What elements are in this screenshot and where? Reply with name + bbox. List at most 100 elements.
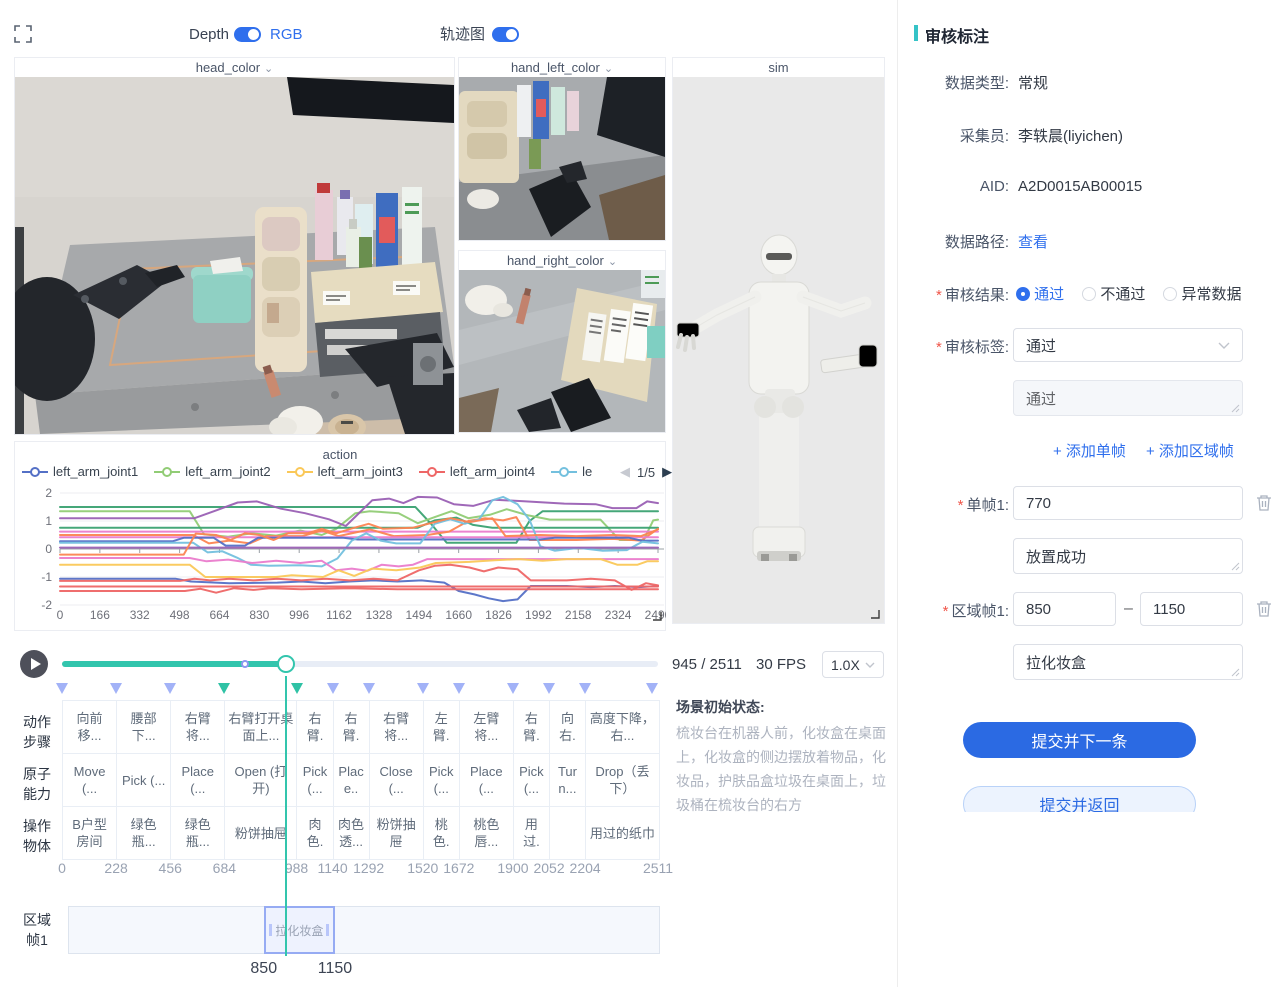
region-segment[interactable]: 拉化妆盒 <box>264 906 335 954</box>
region-segment-label: 拉化妆盒 <box>275 922 323 939</box>
timeline-marker-icon[interactable] <box>646 683 658 694</box>
region-start-input[interactable]: 850 <box>1013 592 1116 626</box>
add-region-frame-link[interactable]: + 添加区域帧 <box>1146 440 1234 461</box>
timeline-marker-icon[interactable] <box>218 683 230 694</box>
hand-right-camera-title[interactable]: hand_right_color⌄ <box>459 251 665 270</box>
step-cell-skill[interactable]: Drop（丢下） <box>586 754 659 806</box>
step-cell-action[interactable]: 左臂. <box>424 701 460 753</box>
step-cell-object[interactable]: 用过. <box>514 807 550 859</box>
step-cell-action[interactable]: 左臂将... <box>460 701 514 753</box>
timeline-marker-icon[interactable] <box>56 683 68 694</box>
resize-corner-icon[interactable] <box>1231 562 1240 571</box>
step-cell-skill[interactable]: Turn... <box>550 754 586 806</box>
radio-pass[interactable]: 通过 <box>1016 283 1064 304</box>
submit-next-button[interactable]: 提交并下一条 <box>963 722 1196 758</box>
step-cell-skill[interactable]: Pick (... <box>117 754 171 806</box>
hand-left-camera-title[interactable]: hand_left_color⌄ <box>459 58 665 77</box>
timeline-marker-icon[interactable] <box>164 683 176 694</box>
resize-corner-icon[interactable] <box>1231 404 1240 413</box>
resize-handle-icon[interactable] <box>870 609 880 619</box>
head-camera-image <box>15 77 454 434</box>
timeline-marker-icon[interactable] <box>327 683 339 694</box>
step-cell-object[interactable]: 肉色透... <box>334 807 370 859</box>
region-handle-right[interactable] <box>326 924 329 936</box>
step-cell-action[interactable]: 向右. <box>550 701 586 753</box>
play-button[interactable] <box>20 650 48 678</box>
speed-select[interactable]: 1.0X <box>822 651 884 678</box>
x-tick-label: 1992 <box>525 608 552 622</box>
frame-scale-label: 2052 <box>533 860 564 876</box>
radio-fail[interactable]: 不通过 <box>1082 283 1145 304</box>
step-cell-action[interactable]: 右臂将... <box>171 701 225 753</box>
sim-panel: sim <box>672 57 885 624</box>
data-path-link[interactable]: 查看 <box>1018 231 1048 252</box>
single-frame-input[interactable]: 770 <box>1013 486 1243 520</box>
step-cell-object[interactable]: 肉色. <box>297 807 333 859</box>
timeline-marker-icon[interactable] <box>579 683 591 694</box>
step-cell-object[interactable]: 绿色瓶... <box>171 807 225 859</box>
resize-corner-icon[interactable] <box>1231 668 1240 677</box>
step-cell-object[interactable]: 桃色唇... <box>460 807 514 859</box>
x-tick-label: 166 <box>90 608 110 622</box>
step-cell-object[interactable]: 用过的纸巾 <box>586 807 659 859</box>
resize-handle-icon[interactable] <box>652 611 662 621</box>
y-tick-label: 1 <box>45 514 52 528</box>
step-cell-skill[interactable]: Pick (... <box>424 754 460 806</box>
head-camera-title[interactable]: head_color⌄ <box>15 58 454 77</box>
region-end-input[interactable]: 1150 <box>1140 592 1243 626</box>
timeline-marker-icon[interactable] <box>453 683 465 694</box>
step-cell-action[interactable]: 右臂. <box>334 701 370 753</box>
progress-handle[interactable] <box>277 655 295 673</box>
aid-value: A2D0015AB00015 <box>1018 178 1142 195</box>
step-cell-object[interactable] <box>550 807 586 859</box>
fullscreen-icon[interactable] <box>14 25 32 43</box>
frame-scale-label: 988 <box>285 860 308 876</box>
delete-region-frame-icon[interactable] <box>1256 600 1272 617</box>
submit-return-button[interactable]: 提交并返回 <box>963 786 1196 812</box>
step-cell-action[interactable]: 右臂. <box>514 701 550 753</box>
range-dash: – <box>1124 600 1133 618</box>
review-tag-note[interactable]: 通过 <box>1013 380 1243 416</box>
review-tag-select[interactable]: 通过 <box>1013 328 1243 362</box>
trajectory-toggle[interactable] <box>492 27 519 42</box>
region-handle-left[interactable] <box>269 924 272 936</box>
step-cell-object[interactable]: 桃色. <box>424 807 460 859</box>
trajectory-label: 轨迹图 <box>440 26 485 44</box>
depth-rgb-toggle[interactable] <box>234 27 261 42</box>
step-cell-object[interactable]: 粉饼抽屉 <box>370 807 424 859</box>
x-tick-label: 498 <box>170 608 190 622</box>
timeline-marker-icon[interactable] <box>507 683 519 694</box>
step-cell-skill[interactable]: Close (... <box>370 754 424 806</box>
add-single-frame-link[interactable]: + 添加单帧 <box>1053 440 1126 461</box>
timeline-marker-icon[interactable] <box>110 683 122 694</box>
step-cell-skill[interactable]: Place (... <box>171 754 225 806</box>
steps-row-skill: Move (...Pick (...Place (...Open (打开)Pic… <box>63 753 659 806</box>
step-cell-object[interactable]: 绿色瓶... <box>117 807 171 859</box>
step-cell-skill[interactable]: Pick (... <box>297 754 333 806</box>
steps-row-action: 向前移...腰部下...右臂将...右臂打开桌面上...右臂.右臂.右臂将...… <box>63 701 659 753</box>
step-cell-skill[interactable]: Move (... <box>63 754 117 806</box>
region-frame-label: *区域帧1: <box>899 600 1009 621</box>
step-cell-skill[interactable]: Pick (... <box>514 754 550 806</box>
timeline-marker-icon[interactable] <box>417 683 429 694</box>
step-cell-skill[interactable]: Place.. <box>334 754 370 806</box>
radio-abnormal[interactable]: 异常数据 <box>1163 283 1241 304</box>
single-frame-dot[interactable] <box>241 660 249 668</box>
title-accent-bar <box>914 25 918 41</box>
chevron-down-icon <box>1218 342 1230 349</box>
step-cell-action[interactable]: 腰部下... <box>117 701 171 753</box>
timeline-marker-icon[interactable] <box>291 683 303 694</box>
step-cell-object[interactable]: B户型房间 <box>63 807 117 859</box>
timeline-marker-icon[interactable] <box>543 683 555 694</box>
single-frame-desc[interactable]: 放置成功 <box>1013 538 1243 574</box>
region-frame-desc[interactable]: 拉化妆盒 <box>1013 644 1243 680</box>
step-cell-action[interactable]: 向前移... <box>63 701 117 753</box>
step-cell-skill[interactable]: Place (... <box>460 754 514 806</box>
step-cell-action[interactable]: 右臂将... <box>370 701 424 753</box>
delete-single-frame-icon[interactable] <box>1256 494 1272 511</box>
timeline-marker-icon[interactable] <box>363 683 375 694</box>
region-track[interactable] <box>68 906 660 954</box>
step-cell-action[interactable]: 右臂. <box>297 701 333 753</box>
x-tick-label: 2324 <box>605 608 632 622</box>
step-cell-action[interactable]: 高度下降，右... <box>586 701 659 753</box>
